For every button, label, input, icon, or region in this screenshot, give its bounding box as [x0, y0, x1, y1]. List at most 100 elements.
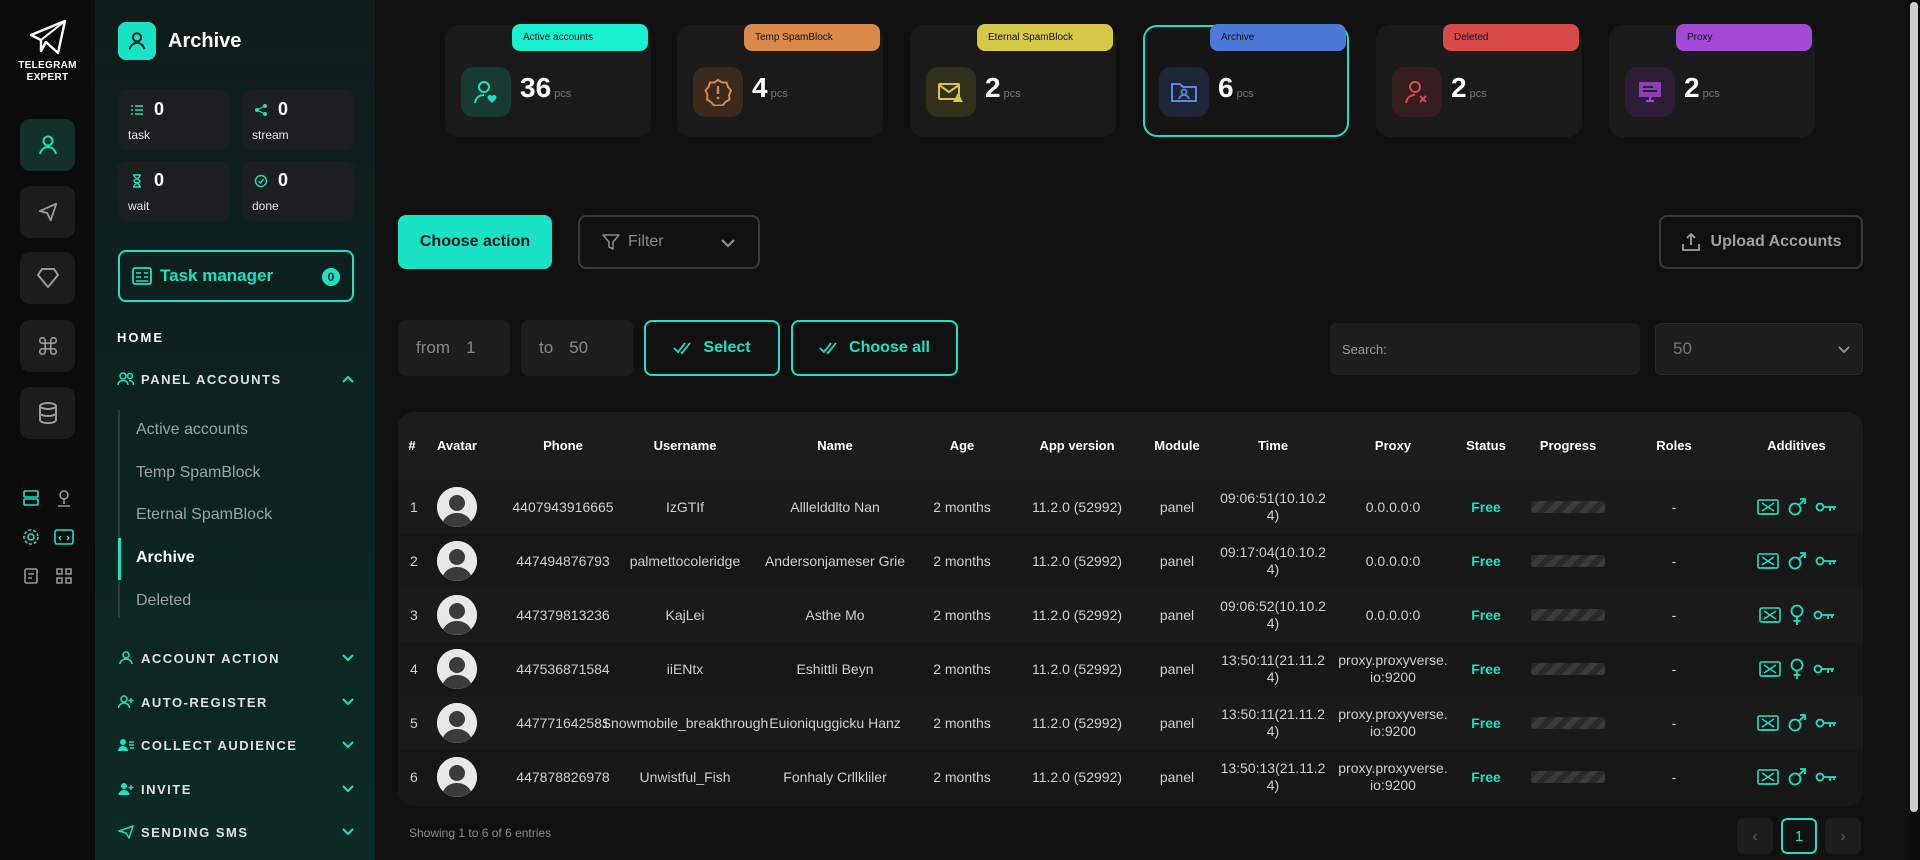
cell-age-wrap: 2 months	[910, 534, 1014, 588]
table-row[interactable]: 3 447379813236 KajLei Asthe Mo 2 months 11.2.…	[398, 588, 1863, 642]
male-icon[interactable]	[1787, 767, 1807, 787]
grid-icon[interactable]	[53, 565, 75, 587]
key-icon[interactable]	[1813, 662, 1835, 676]
sim-card-icon[interactable]	[1758, 660, 1781, 678]
card-value: 2	[1684, 72, 1700, 103]
nav-panel-accounts[interactable]: PANEL ACCOUNTS	[117, 371, 355, 387]
female-icon[interactable]	[1789, 658, 1805, 680]
male-icon[interactable]	[1787, 497, 1807, 517]
sidebar-header: Archive	[118, 22, 241, 60]
male-icon[interactable]	[1787, 713, 1807, 733]
table-row[interactable]: 1 4407943916665 IzGTIf Alllelddlto Nan 2 mon…	[398, 480, 1863, 534]
double-check-icon	[819, 342, 837, 355]
col-app-version: App version	[1039, 438, 1115, 453]
col-progress: Progress	[1539, 438, 1597, 453]
card-tag: Temp SpamBlock	[744, 24, 880, 51]
choose-action-button[interactable]: Choose action	[398, 215, 552, 269]
nav-auto-register[interactable]: AUTO-REGISTER	[117, 694, 355, 710]
filter-dropdown[interactable]: Filter	[578, 215, 760, 269]
cell-roles: -	[1671, 768, 1677, 785]
cell-age-wrap: 2 months	[910, 696, 1014, 750]
sidebar-item-deleted[interactable]: Deleted	[136, 592, 191, 610]
range-from-input[interactable]: from 1	[398, 320, 510, 376]
nav-collect-audience[interactable]: COLLECT AUDIENCE	[117, 737, 355, 753]
sim-card-icon[interactable]	[1758, 606, 1781, 624]
rail-accounts-button[interactable]	[20, 119, 75, 171]
task-manager-button[interactable]: Task manager 0	[118, 250, 354, 302]
card-deleted[interactable]: Deleted 2 pcs	[1376, 24, 1582, 137]
card-value: 6	[1218, 72, 1234, 103]
cell-username-wrap: IzGTIf	[620, 480, 750, 534]
code-window-icon[interactable]	[53, 526, 75, 548]
prev-page-button[interactable]: ‹	[1737, 818, 1773, 854]
sim-card-icon[interactable]	[1756, 768, 1779, 786]
card-eternal-spamblock[interactable]: Eternal SpamBlock 2 pcs	[910, 24, 1116, 137]
key-icon[interactable]	[1815, 770, 1837, 784]
nav-account-action[interactable]: ACCOUNT ACTION	[117, 650, 355, 666]
search-input[interactable]	[1330, 323, 1640, 375]
card-unit: pcs	[1469, 88, 1487, 100]
card-tag: Eternal SpamBlock	[977, 24, 1113, 51]
cell-time: 13:50:13(21.11.24)	[1220, 760, 1326, 793]
female-icon[interactable]	[1789, 604, 1805, 626]
cell-progress	[1518, 588, 1618, 642]
card-tag: Archive	[1210, 24, 1346, 51]
rail-send-button[interactable]	[20, 186, 75, 238]
send-icon	[38, 202, 57, 222]
progress-bar	[1531, 717, 1605, 729]
cell-name: Asthe Mo	[805, 606, 865, 623]
card-active-accounts[interactable]: Active accounts 36 pcs	[445, 24, 651, 137]
cell-name: Andersonjameser Grie	[764, 552, 906, 569]
key-icon[interactable]	[1815, 554, 1837, 568]
male-icon[interactable]	[1787, 551, 1807, 571]
nav-sending-sms[interactable]: SENDING SMS	[117, 824, 355, 840]
card-unit: pcs	[770, 88, 788, 100]
key-icon[interactable]	[1813, 608, 1835, 622]
card-archive[interactable]: Archive 6 pcs	[1143, 24, 1349, 137]
rail-database-button[interactable]	[20, 387, 75, 439]
key-icon[interactable]	[1815, 500, 1837, 514]
choose-all-button[interactable]: Choose all	[791, 320, 958, 376]
server-icon[interactable]	[20, 487, 42, 509]
table-row[interactable]: 6 447878826978 Unwistful_Fish Fonhaly Crllk…	[398, 750, 1863, 804]
select-button[interactable]: Select	[644, 320, 780, 376]
table-row[interactable]: 4 447536871584 iiENtx Eshittli Beyn 2 months…	[398, 642, 1863, 696]
sidebar-item-active-accounts[interactable]: Active accounts	[136, 421, 248, 439]
sim-card-icon[interactable]	[1756, 498, 1779, 516]
cell-name-wrap: Fonhaly Crllkliler	[760, 750, 910, 804]
scrollbar-thumb[interactable]	[1910, 2, 1918, 812]
nav-invite[interactable]: INVITE	[117, 781, 355, 797]
sim-card-icon	[1758, 607, 1781, 623]
next-page-button[interactable]: ›	[1825, 818, 1861, 854]
gear-icon[interactable]	[20, 526, 42, 548]
cell-roles-wrap: -	[1618, 696, 1730, 750]
upload-accounts-button[interactable]: Upload Accounts	[1659, 215, 1863, 269]
range-to-input[interactable]: to 50	[521, 320, 633, 376]
page-1-button[interactable]: 1	[1781, 818, 1817, 854]
icon-rail: TELEGRAM EXPERT	[0, 0, 95, 860]
card-proxy[interactable]: Proxy 2 pcs	[1609, 24, 1815, 137]
cell-number: 6	[410, 768, 418, 785]
sim-card-icon[interactable]	[1756, 552, 1779, 570]
female-icon	[1790, 658, 1803, 679]
checklist-icon[interactable]	[20, 565, 42, 587]
cell-proxy: 0.0.0.0:0	[1365, 552, 1421, 569]
table-row[interactable]: 2 447494876793 palmettocoleridge Andersonja…	[398, 534, 1863, 588]
sim-card-icon	[1758, 661, 1781, 677]
per-page-select[interactable]: 50	[1655, 323, 1863, 375]
table-row[interactable]: 5 447771642581 Snowmobile_breakthrough Euio…	[398, 696, 1863, 750]
sidebar-item-archive[interactable]: Archive	[136, 549, 195, 567]
card-value: 2	[985, 72, 1001, 103]
card-temp-spamblock[interactable]: Temp SpamBlock 4 pcs	[677, 24, 883, 137]
chevron-down-icon	[342, 828, 354, 836]
user-pin-icon[interactable]	[53, 487, 75, 509]
sim-card-icon[interactable]	[1756, 714, 1779, 732]
key-icon[interactable]	[1815, 716, 1837, 730]
nav-home[interactable]: HOME	[117, 330, 164, 345]
rail-command-button[interactable]	[20, 320, 75, 372]
rail-premium-button[interactable]	[20, 252, 75, 304]
page-scrollbar[interactable]	[1908, 0, 1920, 860]
sidebar-item-temp-spamblock[interactable]: Temp SpamBlock	[136, 464, 261, 482]
cell-status-wrap: Free	[1454, 480, 1518, 534]
sidebar-item-eternal-spamblock[interactable]: Eternal SpamBlock	[136, 506, 272, 524]
